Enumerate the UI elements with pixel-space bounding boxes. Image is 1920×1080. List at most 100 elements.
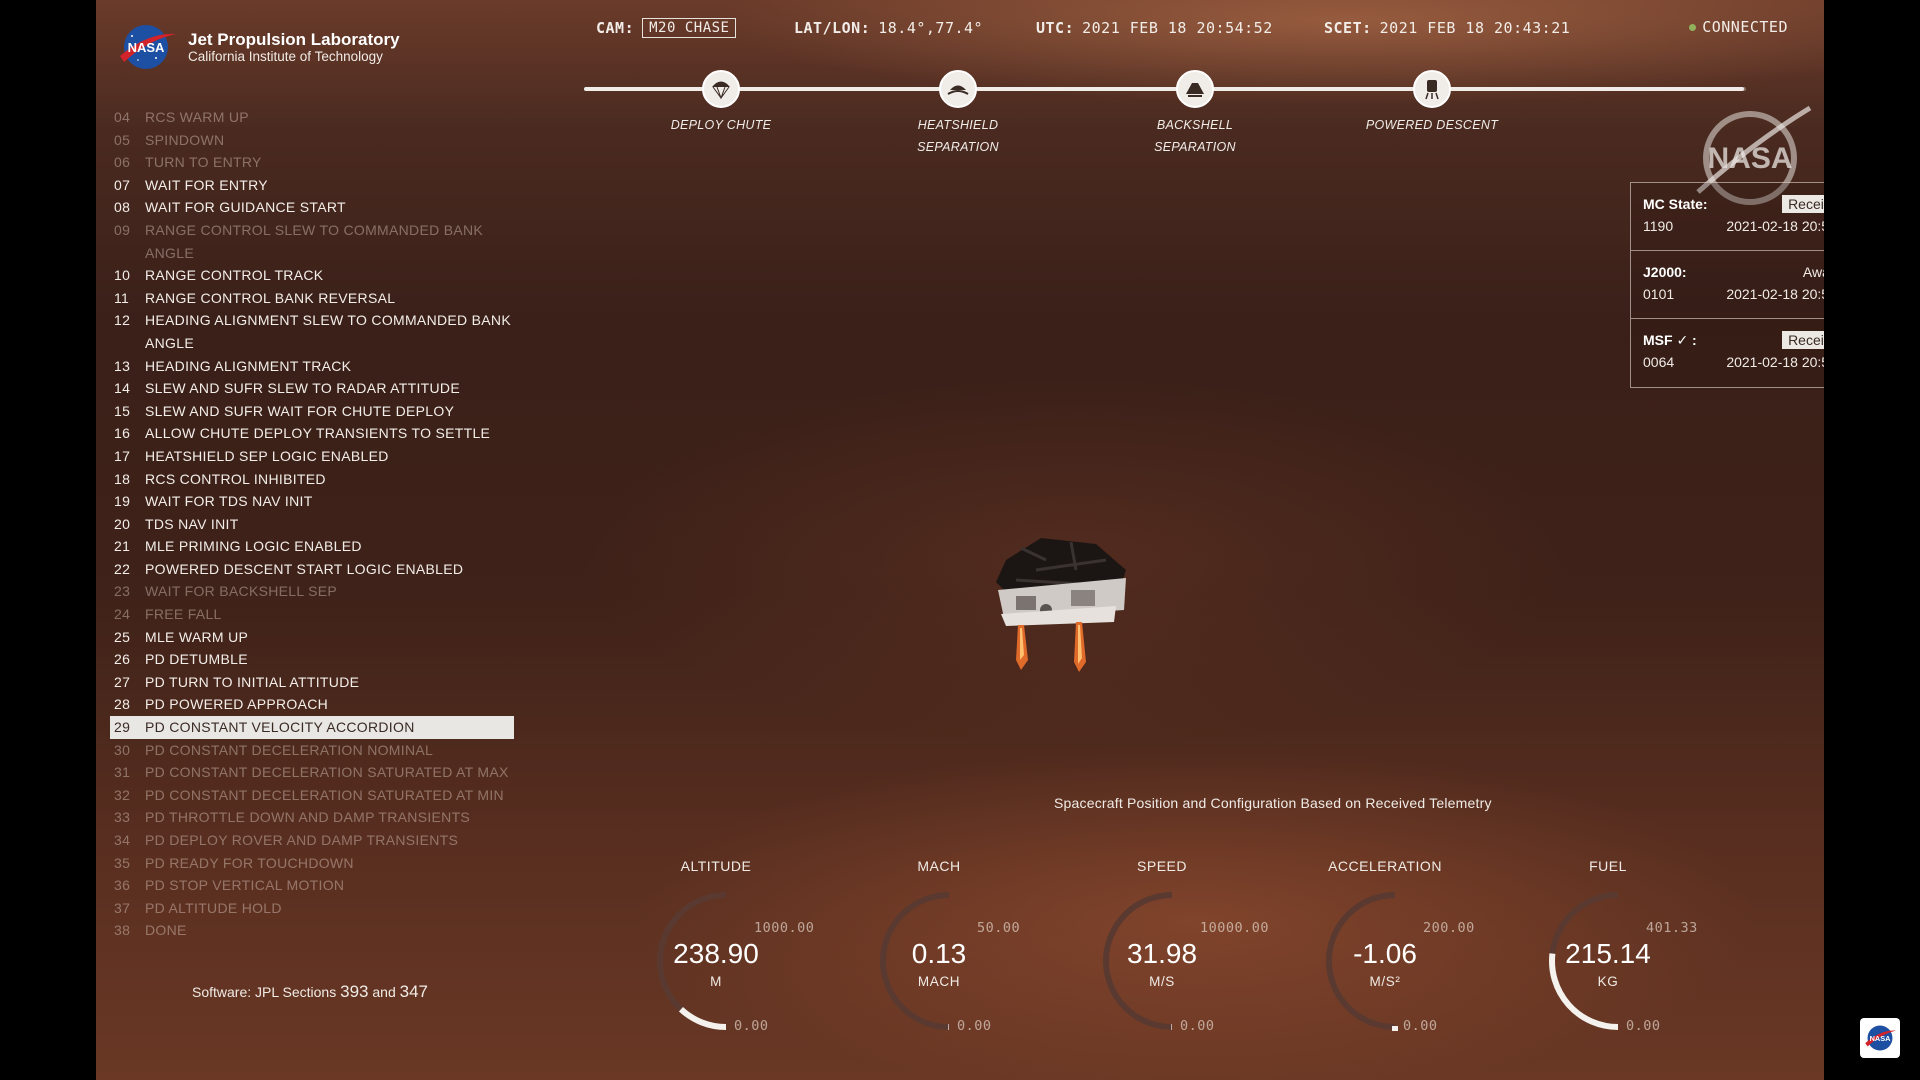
timeline-track-remaining [1516,87,1746,91]
step-row[interactable]: 08 WAIT FOR GUIDANCE START [114,196,514,219]
step-number: 10 [114,267,131,284]
step-number: 04 [114,109,131,125]
step-row[interactable]: 30 PD CONSTANT DECELERATION NOMINAL [114,739,514,762]
scet-readout: SCET: 2021 FEB 18 20:43:21 [1324,16,1570,40]
gauge-title: FUEL [1589,858,1627,874]
step-number: 19 [114,493,131,510]
step-label: PD ALTITUDE HOLD [145,899,282,916]
step-row[interactable]: 25 MLE WARM UP [114,626,514,649]
step-label: PD THROTTLE DOWN AND DAMP TRANSIENTS [145,809,471,826]
edl-step-list: 04 RCS WARM UP 05 SPINDOWN 06 TURN TO ENTRY 07… [110,106,514,942]
gauge-track [880,892,950,1030]
step-row[interactable]: 26 PD DETUMBLE [114,648,514,671]
step-row[interactable]: 32 PD CONSTANT DECELERATION SATURATED AT … [114,784,514,807]
nasa-logo-text: NASA [1707,142,1792,175]
step-label: PD POWERED APPROACH [145,696,329,713]
step-number: 38 [114,922,131,939]
step-row[interactable]: 27 PD TURN TO INITIAL ATTITUDE [114,671,514,694]
nasa-corner-logo: NASA [1860,1018,1900,1058]
status-head: J2000: Awaiting Data [1643,261,1824,283]
telemetry-stage: NASA Jet Propulsion Laboratory Californi… [96,0,1824,1080]
gauge-fuel: FUEL 401.33 215.14 KG 0.00 [1548,852,1718,1052]
step-number: 37 [114,899,131,916]
step-row[interactable]: 37 PD ALTITUDE HOLD [114,897,514,920]
step-row[interactable]: 11 RANGE CONTROL BANK REVERSAL [114,287,514,310]
step-row[interactable]: 09 RANGE CONTROL SLEW TO COMMANDED BANK A… [114,219,514,264]
gauge-dial [1103,892,1173,1030]
step-row[interactable]: 05 SPINDOWN [114,129,514,152]
phase-deploy-chute[interactable]: DEPLOY CHUTE [641,70,801,136]
nasa-meatball-icon: NASA [120,25,176,69]
step-number: 24 [114,606,131,623]
step-number: 35 [114,854,131,871]
gauge-dial [657,892,727,1030]
step-number: 34 [114,832,131,848]
status-sub: 0101 2021-02-18 20:53:26 UTC [1643,286,1824,302]
step-number: 22 [114,560,131,577]
step-row[interactable]: 21 MLE PRIMING LOGIC ENABLED [114,535,514,558]
step-row[interactable]: 16 ALLOW CHUTE DEPLOY TRANSIENTS TO SETTL… [114,422,514,445]
step-row[interactable]: 20 TDS NAV INIT [114,513,514,536]
step-number: 30 [114,741,131,758]
gauge-speed: SPEED 10000.00 31.98 M/S 0.00 [1102,852,1272,1052]
telemetry-caption: Spacecraft Position and Configuration Ba… [1054,795,1492,811]
step-row[interactable]: 14 SLEW AND SUFR SLEW TO RADAR ATTITUDE [114,377,514,400]
step-row[interactable]: 24 FREE FALL [114,603,514,626]
step-row[interactable]: 38 DONE [114,919,514,942]
nasa-meatball-small-icon: NASA [1865,1025,1896,1051]
step-number: 33 [114,809,131,826]
step-row[interactable]: 04 RCS WARM UP [114,106,514,129]
cam-label: CAM: [596,19,635,37]
phase-backshell-separation[interactable]: BACKSHELL SEPARATION [1115,70,1275,158]
step-row[interactable]: 12 HEADING ALIGNMENT SLEW TO COMMANDED BA… [114,309,514,354]
status-sub: 0064 2021-02-18 20:54:52 UTC [1643,354,1824,370]
gauge-title: MACH [917,858,961,874]
step-label: TDS NAV INIT [145,515,239,532]
step-number: 32 [114,786,131,803]
step-row[interactable]: 36 PD STOP VERTICAL MOTION [114,874,514,897]
step-label: RCS WARM UP [145,109,249,125]
scet-label: SCET: [1324,19,1372,37]
step-row[interactable]: 06 TURN TO ENTRY [114,151,514,174]
status-time: 2021-02-18 20:54:52 UTC [1726,354,1824,370]
step-label: POWERED DESCENT START LOGIC ENABLED [145,560,464,577]
step-row[interactable]: 17 HEATSHIELD SEP LOGIC ENABLED [114,445,514,468]
step-row[interactable]: 35 PD READY FOR TOUCHDOWN [114,852,514,875]
step-label: SLEW AND SUFR WAIT FOR CHUTE DEPLOY [145,402,455,419]
step-row[interactable]: 29 PD CONSTANT VELOCITY ACCORDION [110,716,514,739]
step-label: PD CONSTANT VELOCITY ACCORDION [145,719,415,736]
phase-powered-descent[interactable]: POWERED DESCENT [1352,70,1512,136]
step-number: 21 [114,538,131,555]
step-label: HEATSHIELD SEP LOGIC ENABLED [145,447,389,464]
software-section-b: 347 [399,982,428,1001]
step-row[interactable]: 33 PD THROTTLE DOWN AND DAMP TRANSIENTS [114,806,514,829]
step-label: HEADING ALIGNMENT SLEW TO COMMANDED BANK… [145,312,511,351]
gauge-acceleration: ACCELERATION 200.00 -1.06 M/S² 0.00 [1325,852,1495,1052]
step-number: 36 [114,877,131,894]
step-row[interactable]: 23 WAIT FOR BACKSHELL SEP [114,580,514,603]
step-row[interactable]: 22 POWERED DESCENT START LOGIC ENABLED [114,558,514,581]
step-row[interactable]: 10 RANGE CONTROL TRACK [114,264,514,287]
step-row[interactable]: 15 SLEW AND SUFR WAIT FOR CHUTE DEPLOY [114,400,514,423]
step-row[interactable]: 19 WAIT FOR TDS NAV INIT [114,490,514,513]
gauge-track [1103,892,1173,1030]
connection-dot-icon [1689,23,1697,31]
gauge-fill [1549,953,1619,1030]
camera-selector[interactable]: M20 CHASE [642,18,737,38]
descent-stage-icon [1413,70,1451,108]
step-row[interactable]: 34 PD DEPLOY ROVER AND DAMP TRANSIENTS [114,829,514,852]
status-row: MSF ✓ : Receiving Data 0064 2021-02-18 20:5… [1631,319,1824,387]
meatball-text: NASA [128,40,165,55]
step-row[interactable]: 28 PD POWERED APPROACH [114,693,514,716]
step-row[interactable]: 13 HEADING ALIGNMENT TRACK [114,355,514,378]
step-row[interactable]: 31 PD CONSTANT DECELERATION SATURATED AT … [114,761,514,784]
latlon-value: 18.4°,77.4° [878,19,984,37]
step-row[interactable]: 18 RCS CONTROL INHIBITED [114,468,514,491]
step-row[interactable]: 07 WAIT FOR ENTRY [114,174,514,197]
status-label: MC State: [1643,196,1708,212]
step-number: 28 [114,696,131,713]
step-label: PD STOP VERTICAL MOTION [145,877,345,894]
phase-heatshield-separation[interactable]: HEATSHIELD SEPARATION [878,70,1038,158]
step-label: WAIT FOR ENTRY [145,176,268,193]
step-number: 14 [114,380,131,397]
